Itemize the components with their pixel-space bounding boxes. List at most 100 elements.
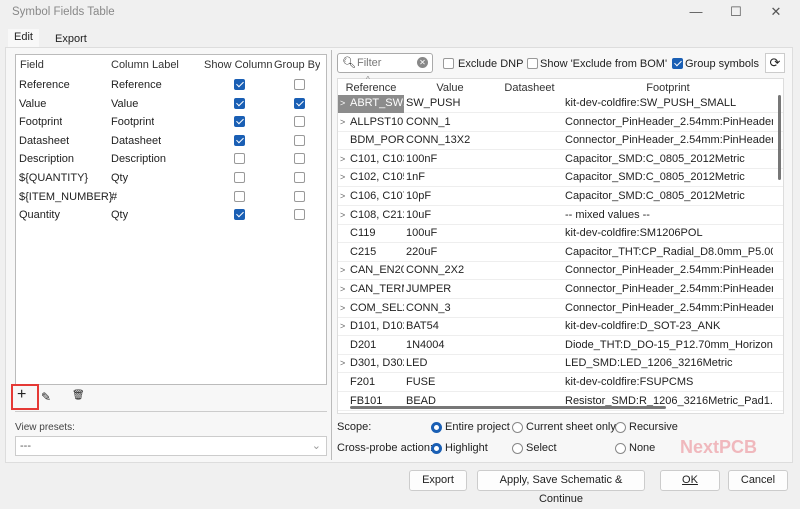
footprint-cell[interactable]: Capacitor_SMD:C_0805_2012Metric bbox=[565, 153, 773, 165]
filter-input[interactable]: 🔍︎ Filter ✕ bbox=[337, 53, 433, 73]
footprint-cell[interactable]: kit-dev-coldfire:SW_PUSH_SMALL bbox=[565, 97, 773, 109]
column-header[interactable]: Reference bbox=[338, 81, 404, 94]
ok-button[interactable]: OK bbox=[660, 470, 720, 491]
scope-radio[interactable] bbox=[615, 422, 626, 433]
group-by-checkbox[interactable] bbox=[294, 190, 305, 202]
edit-field-icon[interactable]: ✎ bbox=[41, 390, 51, 404]
footprint-cell[interactable]: Diode_THT:D_DO-15_P12.70mm_Horizontal bbox=[565, 339, 773, 351]
reference-cell[interactable]: >ABRT_SW101 bbox=[338, 95, 404, 113]
cross-probe-radio[interactable] bbox=[431, 443, 442, 454]
table-row[interactable]: > D101, D102 BAT54 kit-dev-coldfire:D_SOT-2… bbox=[338, 318, 783, 337]
footprint-cell[interactable]: kit-dev-coldfire:FSUPCMS bbox=[565, 376, 773, 388]
show-column-checkbox[interactable] bbox=[234, 172, 245, 183]
show-excluded-label[interactable]: Show 'Exclude from BOM' bbox=[540, 58, 667, 70]
expand-icon[interactable]: > bbox=[340, 154, 350, 164]
show-column-checkbox[interactable] bbox=[234, 134, 245, 146]
cross-probe-option-label[interactable]: Select bbox=[526, 442, 557, 454]
table-row[interactable]: >ALLPST101,CONN_1 Connector_PinHeader_2.5… bbox=[338, 114, 783, 132]
value-cell[interactable]: 1N4004 bbox=[406, 339, 496, 351]
column-header[interactable]: Value bbox=[404, 81, 496, 94]
value-cell[interactable]: 1nF bbox=[406, 171, 496, 183]
maximize-button[interactable]: ☐ bbox=[726, 4, 746, 20]
reference-cell[interactable]: > C106, C107 bbox=[338, 188, 404, 206]
add-field-button[interactable]: + bbox=[17, 386, 26, 404]
value-cell[interactable]: 220uF bbox=[406, 246, 496, 258]
expand-icon[interactable]: > bbox=[340, 98, 350, 108]
value-cell[interactable]: SW_PUSH bbox=[406, 97, 496, 109]
column-label[interactable]: Qty bbox=[111, 172, 128, 184]
refresh-button[interactable]: ⟳ bbox=[765, 53, 785, 73]
cross-probe-option-label[interactable]: Highlight bbox=[445, 442, 488, 454]
column-label[interactable]: Reference bbox=[111, 79, 162, 91]
group-by-checkbox[interactable] bbox=[294, 97, 305, 109]
footprint-cell[interactable]: Capacitor_SMD:C_0805_2012Metric bbox=[565, 190, 773, 202]
show-column-checkbox[interactable] bbox=[234, 209, 245, 221]
column-header[interactable]: Footprint bbox=[563, 81, 773, 94]
value-cell[interactable]: BEAD bbox=[406, 395, 496, 407]
cancel-button[interactable]: Cancel bbox=[728, 470, 788, 491]
column-label[interactable]: # bbox=[111, 191, 117, 203]
group-symbols-checkbox[interactable] bbox=[672, 58, 683, 69]
footprint-cell[interactable]: LED_SMD:LED_1206_3216Metric bbox=[565, 357, 773, 369]
field-row[interactable]: Datasheet Datasheet bbox=[16, 133, 326, 151]
column-header[interactable]: Group By bbox=[274, 59, 320, 71]
footprint-cell[interactable]: Connector_PinHeader_2.54mm:PinHeader_1x0… bbox=[565, 283, 773, 295]
field-row[interactable]: Description Description bbox=[16, 151, 326, 169]
table-row[interactable]: > C106, C107 10pF Capacitor_SMD:C_0805_2012… bbox=[338, 188, 783, 206]
group-by-checkbox[interactable] bbox=[294, 116, 305, 128]
reference-cell[interactable]: >D301, D302, bbox=[338, 355, 404, 373]
cross-probe-radio[interactable] bbox=[615, 443, 626, 454]
scope-option-label[interactable]: Current sheet only bbox=[526, 421, 616, 433]
table-row[interactable]: C119 100uF kit-dev-coldfire:SM1206POL bbox=[338, 225, 783, 244]
footprint-cell[interactable]: Connector_PinHeader_2.54mm:PinHeader_2x1… bbox=[565, 134, 773, 146]
reference-cell[interactable]: > C102, C105 bbox=[338, 169, 404, 187]
scope-radio[interactable] bbox=[512, 422, 523, 433]
clear-icon[interactable]: ✕ bbox=[417, 57, 428, 68]
field-row[interactable]: Reference Reference bbox=[16, 77, 326, 95]
reference-cell[interactable]: >CAN_EN201 bbox=[338, 262, 404, 280]
expand-icon[interactable]: > bbox=[340, 303, 350, 313]
expand-icon[interactable]: > bbox=[340, 191, 350, 201]
reference-cell[interactable]: >CAN_TERM2 bbox=[338, 281, 404, 299]
column-header[interactable]: Field bbox=[20, 59, 44, 71]
column-header[interactable]: Column Label bbox=[111, 59, 179, 71]
reference-cell[interactable]: C119 bbox=[338, 225, 404, 243]
table-row[interactable]: C215 220uF Capacitor_THT:CP_Radial_D8.0mm_… bbox=[338, 244, 783, 262]
expand-icon[interactable]: > bbox=[340, 172, 350, 182]
value-cell[interactable]: 10uF bbox=[406, 209, 496, 221]
expand-icon[interactable]: > bbox=[340, 321, 350, 331]
value-cell[interactable]: CONN_13X2 bbox=[406, 134, 496, 146]
table-row[interactable]: >CAN_TERM2JUMPER Connector_PinHeader_2.54… bbox=[338, 281, 783, 299]
column-label[interactable]: Value bbox=[111, 98, 138, 110]
value-cell[interactable]: CONN_1 bbox=[406, 116, 496, 128]
column-label[interactable]: Qty bbox=[111, 209, 128, 221]
value-cell[interactable]: BAT54 bbox=[406, 320, 496, 332]
value-cell[interactable]: FUSE bbox=[406, 376, 496, 388]
group-by-checkbox[interactable] bbox=[294, 209, 305, 221]
expand-icon[interactable]: > bbox=[340, 117, 350, 127]
footprint-cell[interactable]: Connector_PinHeader_2.54mm:PinHeader_1x0… bbox=[565, 302, 773, 314]
footprint-cell[interactable]: Capacitor_THT:CP_Radial_D8.0mm_P5.00mm bbox=[565, 246, 773, 258]
scope-radio[interactable] bbox=[431, 422, 442, 433]
show-excluded-checkbox[interactable] bbox=[527, 58, 538, 69]
minimize-button[interactable]: — bbox=[686, 4, 706, 19]
table-row[interactable]: >COM_SEL20CONN_3 Connector_PinHeader_2.54… bbox=[338, 300, 783, 318]
field-row[interactable]: Quantity Qty bbox=[16, 207, 326, 225]
show-column-checkbox[interactable] bbox=[234, 153, 245, 165]
value-cell[interactable]: JUMPER bbox=[406, 283, 496, 295]
reference-cell[interactable]: > D101, D102 bbox=[338, 318, 404, 336]
table-row[interactable]: D201 1N4004 Diode_THT:D_DO-15_P12.70mm_Hor… bbox=[338, 337, 783, 355]
column-label[interactable]: Description bbox=[111, 153, 166, 165]
group-by-checkbox[interactable] bbox=[294, 134, 305, 146]
field-row[interactable]: Footprint Footprint bbox=[16, 114, 326, 132]
tab-edit[interactable]: Edit bbox=[8, 29, 39, 47]
symbols-grid[interactable]: Reference Value Datasheet Footprint ^ > ABRT_S… bbox=[337, 75, 784, 414]
reference-cell[interactable]: >ALLPST101, bbox=[338, 114, 404, 132]
show-column-checkbox[interactable] bbox=[234, 116, 245, 128]
exclude-dnp-label[interactable]: Exclude DNP bbox=[458, 58, 523, 70]
table-row[interactable]: BDM_PORT1CONN_13X2 Connector_PinHeader_2.… bbox=[338, 132, 783, 151]
scope-option-label[interactable]: Entire project bbox=[445, 421, 510, 433]
expand-icon[interactable]: > bbox=[340, 284, 350, 294]
delete-field-icon[interactable]: 🗑 bbox=[72, 390, 85, 401]
reference-cell[interactable]: >C101, C103, bbox=[338, 151, 404, 169]
